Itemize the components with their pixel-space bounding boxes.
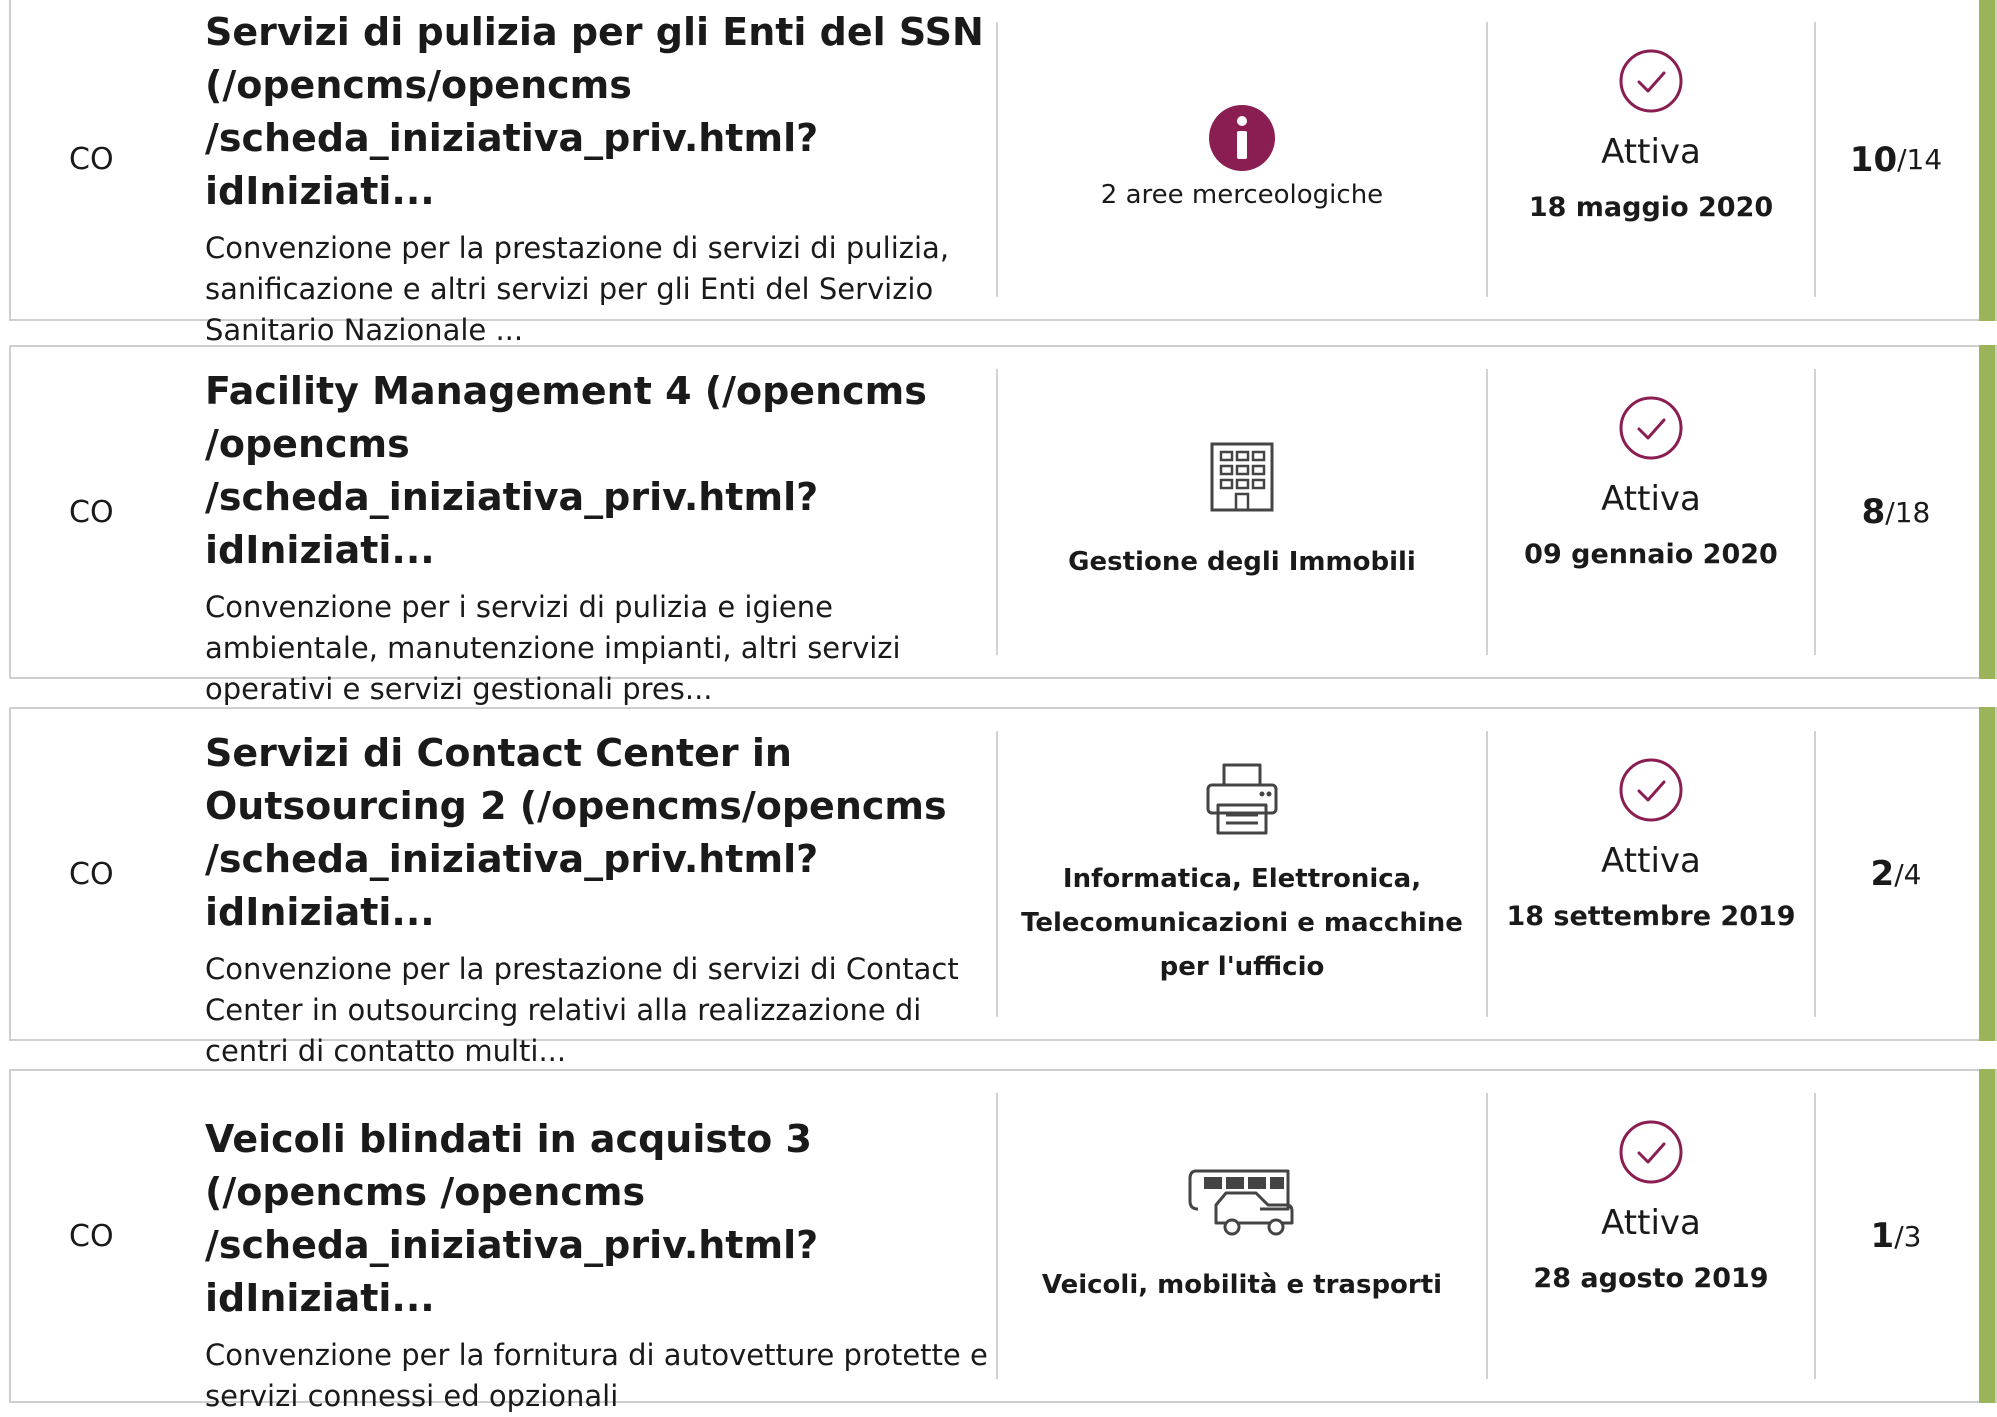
count-current: 8 — [1861, 492, 1886, 532]
initiative-description: Convenzione per la fornitura di autovett… — [205, 1338, 988, 1413]
count-total: /14 — [1897, 143, 1943, 176]
initiative-title-link[interactable]: Servizi di pulizia per gli Enti del SSN … — [205, 6, 1005, 218]
count-current: 1 — [1870, 1216, 1895, 1256]
status-date: 18 settembre 2019 — [1506, 901, 1796, 932]
status-label: Attiva — [1601, 479, 1701, 519]
category-label: Veicoli, mobilità e trasporti — [1041, 1270, 1443, 1300]
initiative-title-link[interactable]: Servizi di Contact Center in Outsourcing… — [205, 727, 1005, 939]
initiative-card: CO Servizi di pulizia per gli Enti del S… — [9, 0, 1997, 347]
info-icon[interactable] — [1207, 103, 1277, 173]
status-label: Attiva — [1601, 841, 1701, 881]
initiative-card: CO Veicoli blindati in acquisto 3 (/open… — [9, 1069, 1997, 1413]
initiative-card: CO Servizi di Contact Center in Outsourc… — [9, 707, 1997, 1068]
count-cell: 8/18 — [1816, 347, 1976, 677]
status-bar — [1979, 1069, 1995, 1403]
category-label: 2 aree merceologiche — [1100, 179, 1384, 210]
category-label: Informatica, Elettronica, Telecomunicazi… — [1021, 864, 1463, 982]
status-date: 18 maggio 2020 — [1528, 192, 1774, 223]
status-date: 09 gennaio 2020 — [1524, 539, 1778, 570]
initiative-title-link[interactable]: Veicoli blindati in acquisto 3 (/opencms… — [205, 1113, 1005, 1325]
status-label: Attiva — [1601, 132, 1701, 172]
initiative-description: Convenzione per la prestazione di serviz… — [205, 952, 959, 1068]
count-total: /18 — [1885, 495, 1931, 529]
category-cell: Informatica, Elettronica, Telecomunicazi… — [998, 709, 1486, 1039]
initiative-type: CO — [69, 856, 114, 892]
count-current: 10 — [1849, 139, 1898, 180]
count-total: /4 — [1894, 857, 1922, 891]
count-cell: 1/3 — [1816, 1071, 1976, 1401]
check-circle-icon — [1619, 1120, 1683, 1184]
status-bar — [1979, 0, 1995, 321]
initiative-type: CO — [69, 494, 114, 530]
check-circle-icon — [1619, 758, 1683, 822]
building-icon — [1210, 442, 1274, 512]
status-cell: Attiva 09 gennaio 2020 — [1488, 347, 1814, 677]
check-circle-icon — [1619, 396, 1683, 460]
status-cell: Attiva 18 maggio 2020 — [1488, 0, 1814, 319]
status-date: 28 agosto 2019 — [1533, 1263, 1769, 1294]
status-bar — [1979, 707, 1995, 1041]
initiative-description: Convenzione per i servizi di pulizia e i… — [205, 590, 901, 706]
count-cell: 2/4 — [1816, 709, 1976, 1039]
initiative-card: CO Facility Management 4 (/opencms /open… — [9, 345, 1997, 706]
printer-icon — [1206, 763, 1278, 835]
category-label: Gestione degli Immobili — [1068, 547, 1416, 577]
category-cell: 2 aree merceologiche — [998, 0, 1486, 319]
initiative-description: Convenzione per la prestazione di serviz… — [205, 231, 950, 347]
status-cell: Attiva 18 settembre 2019 — [1488, 709, 1814, 1039]
count-cell: 10/14 — [1816, 0, 1976, 319]
status-label: Attiva — [1601, 1203, 1701, 1243]
status-bar — [1979, 345, 1995, 679]
check-circle-icon — [1619, 49, 1683, 113]
initiative-type: CO — [69, 1218, 114, 1254]
initiative-type: CO — [69, 142, 114, 177]
count-current: 2 — [1870, 854, 1895, 894]
status-cell: Attiva 28 agosto 2019 — [1488, 1071, 1814, 1401]
category-cell: Veicoli, mobilità e trasporti — [998, 1071, 1486, 1401]
initiative-title-link[interactable]: Facility Management 4 (/opencms /opencms… — [205, 365, 1005, 577]
count-total: /3 — [1894, 1219, 1922, 1253]
vehicles-icon — [1188, 1169, 1294, 1236]
category-cell: Gestione degli Immobili — [998, 347, 1486, 677]
